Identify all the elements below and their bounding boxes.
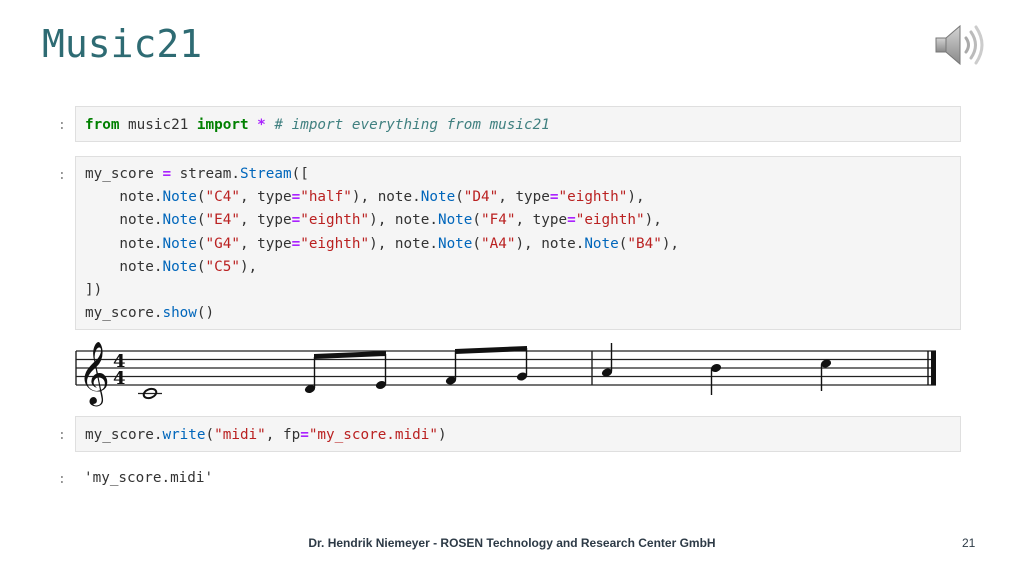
code-token: "midi": [214, 427, 266, 443]
code-token: "C5": [205, 258, 240, 275]
code-token: Note: [437, 235, 473, 252]
code-token: =: [549, 189, 559, 206]
code-token: "D4": [463, 189, 499, 206]
code-token: Stream: [239, 166, 292, 182]
code-token: # import everything from music21: [274, 117, 550, 133]
code-token: (: [205, 427, 215, 443]
time-sig-bottom: 4: [113, 368, 126, 389]
slide-title: Music21: [42, 22, 203, 66]
code-token: "B4": [627, 235, 662, 252]
code-cell-write[interactable]: my_score.write("midi", fp="my_score.midi…: [75, 416, 961, 452]
code-token: my_score.: [85, 427, 163, 443]
treble-clef-icon: 𝄞: [78, 341, 110, 407]
code-token: "eighth": [300, 235, 370, 252]
code-token: , fp: [265, 427, 301, 443]
code-token: ), note.: [369, 235, 438, 252]
code-token: my_score: [85, 166, 163, 182]
code-token: (: [455, 189, 464, 206]
staff-lines: [76, 350, 936, 386]
code-token: (: [472, 212, 482, 229]
code-token: import: [196, 117, 249, 133]
code-token: show: [162, 305, 197, 322]
code-token: Note: [162, 212, 197, 229]
code-token: =: [291, 212, 301, 229]
code-token: from: [85, 117, 120, 133]
code-token: =: [291, 235, 301, 252]
code-token: Note: [584, 235, 619, 252]
code-token: "eighth": [300, 212, 370, 229]
code-token: , type: [239, 235, 292, 252]
code-token: "eighth": [558, 189, 628, 206]
code-token: "G4": [205, 235, 240, 252]
code-write: my_score.write("midi", fp="my_score.midi…: [85, 424, 447, 447]
code-token: "A4": [481, 235, 516, 252]
code-token: "F4": [481, 212, 516, 229]
code-cell-stream[interactable]: my_score = stream.Stream([ note.Note("C4…: [75, 156, 961, 330]
code-token: (: [196, 189, 206, 206]
code-token: Note: [437, 212, 473, 229]
code-token: ), note.: [369, 212, 438, 229]
code-token: =: [567, 212, 576, 229]
code-token: Note: [162, 258, 197, 275]
code-token: (: [196, 235, 206, 252]
code-token: , type: [239, 189, 292, 206]
code-token: *: [257, 117, 266, 133]
beam: [455, 346, 527, 354]
code-import: from music21 import * # import everythin…: [85, 114, 550, 137]
page-number: 21: [962, 536, 976, 550]
code-stream: my_score = stream.Stream([ note.Note("C4…: [85, 163, 679, 325]
code-token: =: [291, 189, 301, 206]
cell-prompt: :: [58, 118, 66, 133]
footer: Dr. Hendrik Niemeyer - ROSEN Technology …: [308, 536, 716, 550]
code-token: (: [196, 258, 206, 275]
code-token: Note: [162, 189, 197, 206]
code-token: Note: [162, 235, 197, 252]
speaker-icon[interactable]: [930, 18, 990, 74]
code-cell-import[interactable]: from music21 import * # import everythin…: [75, 106, 961, 142]
code-token: ), note.: [351, 189, 421, 206]
code-token: write: [162, 427, 206, 443]
code-token: "half": [300, 189, 352, 206]
code-token: Note: [420, 189, 456, 206]
beam: [314, 351, 386, 359]
code-token: "my_score.midi": [308, 427, 438, 443]
code-token: ), note.: [515, 235, 585, 252]
cell-prompt: :: [58, 428, 66, 443]
cell-prompt: :: [58, 168, 66, 183]
code-token: , type: [515, 212, 568, 229]
code-token: "eighth": [575, 212, 645, 229]
code-token: , type: [239, 212, 292, 229]
code-token: (: [196, 212, 206, 229]
code-token: "C4": [205, 189, 240, 206]
code-token: "E4": [205, 212, 240, 229]
code-token: =: [300, 427, 309, 443]
final-bar-thick: [931, 351, 936, 385]
code-token: (): [196, 305, 215, 322]
music-score: 𝄞 4 4: [75, 341, 936, 407]
code-token: ): [437, 427, 447, 443]
code-token: music21: [119, 117, 197, 133]
cell-output: 'my_score.midi': [84, 470, 214, 486]
code-token: (: [472, 235, 482, 252]
code-token: =: [162, 166, 172, 182]
code-token: , type: [498, 189, 550, 206]
output-prompt: :: [58, 472, 66, 487]
code-token: stream.: [171, 166, 240, 182]
